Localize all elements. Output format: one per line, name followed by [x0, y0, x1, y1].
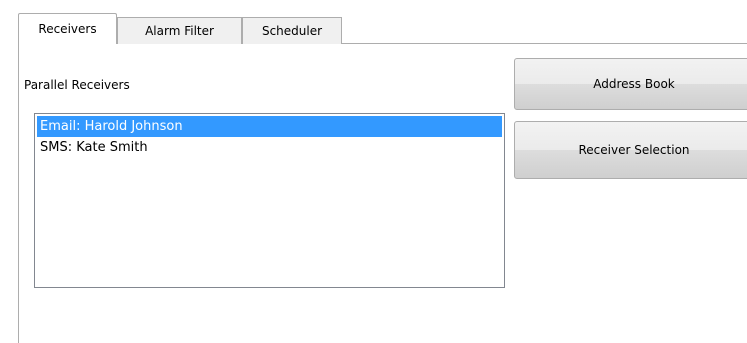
- receiver-selection-button-label: Receiver Selection: [578, 143, 690, 157]
- list-item[interactable]: Email: Harold Johnson: [37, 116, 502, 137]
- tab-alarm-filter-label: Alarm Filter: [145, 24, 214, 38]
- list-item[interactable]: SMS: Kate Smith: [37, 137, 502, 158]
- tab-alarm-filter[interactable]: Alarm Filter: [117, 17, 242, 44]
- address-book-button[interactable]: Address Book: [514, 58, 747, 110]
- tab-receivers-label: Receivers: [38, 22, 97, 36]
- receiver-selection-button[interactable]: Receiver Selection: [514, 121, 747, 179]
- tab-receivers[interactable]: Receivers: [18, 13, 117, 44]
- tab-scheduler[interactable]: Scheduler: [242, 17, 342, 44]
- tab-scheduler-label: Scheduler: [261, 24, 323, 38]
- list-item-text: SMS: Kate Smith: [40, 140, 148, 155]
- parallel-receivers-list[interactable]: Email: Harold Johnson SMS: Kate Smith: [34, 113, 505, 288]
- address-book-button-label: Address Book: [593, 77, 675, 91]
- list-item-text: Email: Harold Johnson: [40, 119, 183, 134]
- parallel-receivers-label: Parallel Receivers: [24, 78, 130, 92]
